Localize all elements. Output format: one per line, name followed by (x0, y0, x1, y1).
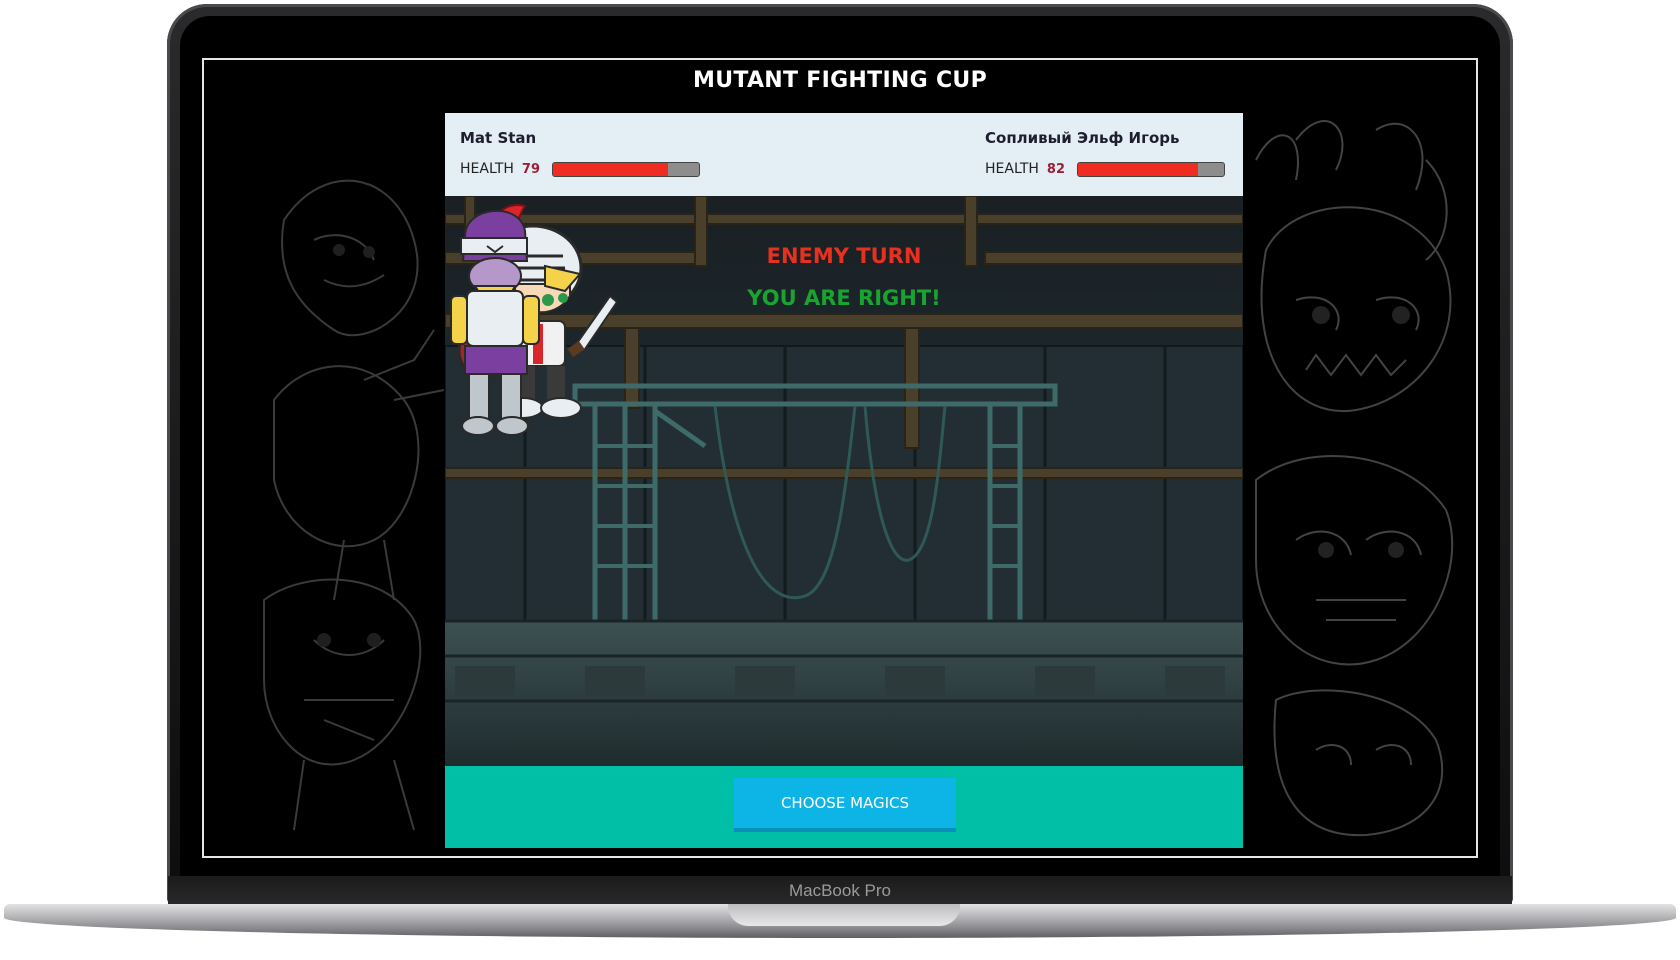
screen: MUTANT FIGHTING CUP Mat Stan HEALTH 79 С… (202, 58, 1478, 858)
player-name: Mat Stan (460, 129, 537, 147)
game-panel: Mat Stan HEALTH 79 Сопливый Эльф Игорь H… (445, 113, 1243, 848)
laptop-chin: MacBook Pro (168, 876, 1512, 906)
laptop-notch (728, 904, 960, 926)
monster-art-right (1255, 120, 1454, 837)
status-bar: Mat Stan HEALTH 79 Сопливый Эльф Игорь H… (445, 113, 1243, 196)
player-health-fill (552, 162, 669, 176)
elf-sprite (450, 209, 540, 436)
page-title: MUTANT FIGHTING CUP (693, 68, 987, 93)
action-bar: CHOOSE MAGICS (445, 766, 1243, 848)
enemy-health-fill (1077, 162, 1198, 176)
player-health-row: HEALTH 79 (460, 159, 700, 179)
choose-magics-button[interactable]: CHOOSE MAGICS (734, 778, 956, 832)
player-health-bar (551, 161, 700, 177)
enemy-health-label: HEALTH (985, 161, 1039, 177)
player-health-label: HEALTH (460, 161, 514, 177)
enemy-info: Сопливый Эльф Игорь HEALTH 82 (985, 129, 1225, 179)
monster-art-left (263, 179, 445, 831)
player-health-value: 79 (521, 161, 540, 177)
enemy-name: Сопливый Эльф Игорь (985, 129, 1180, 147)
enemy-health-row: HEALTH 82 (985, 159, 1225, 179)
enemy-health-bar (1076, 161, 1225, 177)
player-info: Mat Stan HEALTH 79 (460, 129, 700, 179)
arena: ENEMY TURN YOU ARE RIGHT! (445, 196, 1243, 766)
device-label: MacBook Pro (788, 881, 892, 900)
enemy-health-value: 82 (1046, 161, 1065, 177)
